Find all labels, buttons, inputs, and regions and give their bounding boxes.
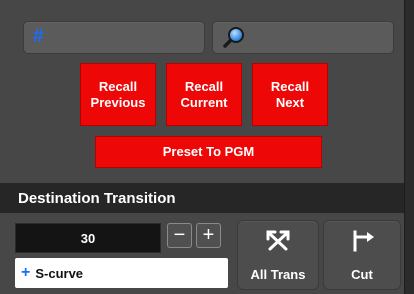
section-title: Destination Transition xyxy=(18,190,176,207)
curve-selector[interactable]: + S-curve xyxy=(15,258,228,288)
cut-label: Cut xyxy=(351,267,373,282)
hash-icon: # xyxy=(33,26,44,47)
recall-next-button[interactable]: Recall Next xyxy=(252,63,328,126)
preset-to-pgm-button[interactable]: Preset To PGM xyxy=(95,136,322,168)
search-icon xyxy=(223,27,244,48)
plus-icon: + xyxy=(21,264,31,281)
all-trans-button[interactable]: All Trans xyxy=(237,220,319,290)
all-trans-label: All Trans xyxy=(250,267,306,282)
decrement-button[interactable]: − xyxy=(167,223,192,248)
increment-button[interactable]: + xyxy=(196,223,221,248)
search-field[interactable] xyxy=(212,21,394,54)
crossed-arrows-icon xyxy=(266,230,290,251)
hash-search-field[interactable]: # xyxy=(23,21,205,54)
transition-panel: # Recall Previous Recall Current Recall … xyxy=(0,0,404,294)
curve-label: S-curve xyxy=(35,265,84,281)
transition-rate-field[interactable]: 30 xyxy=(15,223,161,253)
recall-previous-button[interactable]: Recall Previous xyxy=(80,63,156,126)
cut-button[interactable]: Cut xyxy=(323,220,401,290)
cut-arrow-icon xyxy=(353,230,374,252)
adjacent-panel-edge xyxy=(404,0,414,294)
recall-current-button[interactable]: Recall Current xyxy=(166,63,242,126)
destination-transition-header: Destination Transition xyxy=(0,183,404,213)
